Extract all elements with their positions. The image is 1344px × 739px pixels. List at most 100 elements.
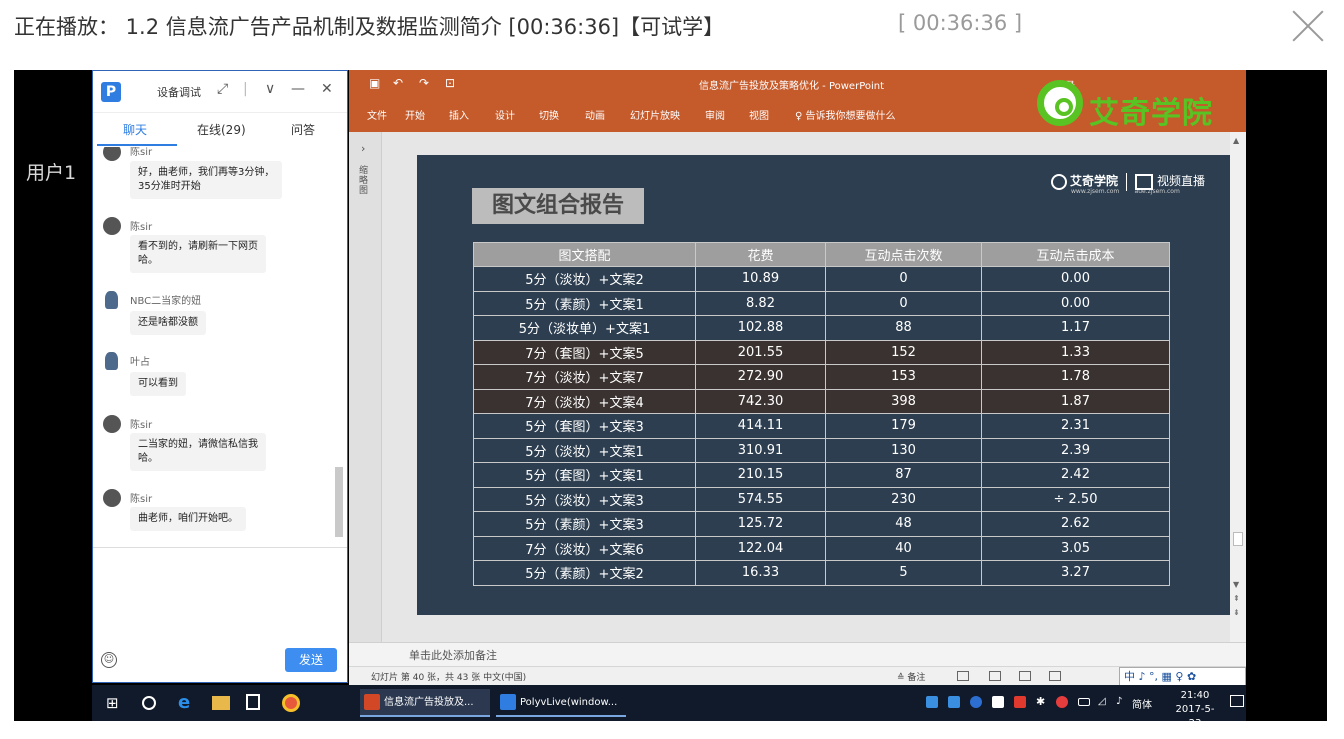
tab-home[interactable]: 开始 bbox=[405, 107, 425, 122]
undo-icon[interactable]: ↶ bbox=[393, 76, 403, 90]
scroll-up-icon[interactable]: ▲ bbox=[1233, 136, 1239, 145]
separator: | bbox=[243, 81, 248, 97]
table-cell: 48 bbox=[825, 511, 982, 537]
ime-toolbar[interactable]: 中 ♪ °, ▦ ♀ ✿ bbox=[1119, 667, 1246, 686]
table-cell: 130 bbox=[825, 437, 982, 463]
notes-toggle[interactable]: ≙ 备注 bbox=[897, 670, 925, 683]
scrollbar-thumb[interactable] bbox=[1233, 532, 1243, 546]
table-row: 7分（淡妆）+文案6 122.04 40 3.05 bbox=[473, 535, 1170, 561]
video-letterbox bbox=[1246, 70, 1327, 721]
send-button[interactable]: 发送 bbox=[285, 648, 337, 672]
tab-slideshow[interactable]: 幻灯片放映 bbox=[630, 107, 680, 122]
clock-date: 2017-5-23 bbox=[1175, 704, 1215, 721]
chat-tabs: 聊天 在线(29) 问答 bbox=[93, 115, 347, 147]
tray-app-icon[interactable] bbox=[970, 696, 982, 708]
chat-input-area[interactable]: ☺ 发送 bbox=[93, 547, 347, 682]
table-row: 5分（淡妆）+文案1 310.91 130 2.39 bbox=[473, 437, 1170, 463]
table-cell: 125.72 bbox=[695, 511, 826, 537]
battery-icon[interactable] bbox=[1078, 698, 1090, 706]
tab-online[interactable]: 在线(29) bbox=[197, 121, 246, 138]
message-author: 陈sir bbox=[130, 494, 153, 505]
thumbnail-pane[interactable]: › 缩略图 bbox=[349, 132, 382, 642]
close-icon[interactable]: ✕ bbox=[321, 81, 333, 97]
tab-design[interactable]: 设计 bbox=[495, 107, 515, 122]
input-language[interactable]: 简体 bbox=[1132, 696, 1152, 711]
edge-icon[interactable]: e bbox=[178, 694, 196, 712]
tab-animations[interactable]: 动画 bbox=[585, 107, 605, 122]
tray-app-icon[interactable] bbox=[926, 696, 938, 708]
time-readout: [ 00:36:36 ] bbox=[898, 11, 1023, 35]
table-row: 5分（素颜）+文案3 125.72 48 2.62 bbox=[473, 511, 1170, 537]
store-icon[interactable] bbox=[246, 694, 260, 710]
table-cell: 2.31 bbox=[981, 413, 1170, 439]
scrollbar-thumb[interactable] bbox=[335, 467, 343, 537]
slide-sorter-icon[interactable] bbox=[989, 671, 1001, 681]
present-icon[interactable]: ⊡ bbox=[445, 76, 455, 90]
cortana-icon[interactable] bbox=[142, 696, 156, 710]
table-cell: 310.91 bbox=[695, 437, 826, 463]
system-tray: ✱ ◿ ♪ bbox=[652, 685, 1246, 721]
windows-start-icon[interactable]: ⊞ bbox=[106, 694, 124, 712]
table-cell: 3.05 bbox=[981, 535, 1170, 561]
tab-review[interactable]: 审阅 bbox=[705, 107, 725, 122]
chevron-right-icon[interactable]: › bbox=[361, 142, 365, 155]
table-cell: 1.17 bbox=[981, 315, 1170, 341]
tab-chat[interactable]: 聊天 bbox=[123, 121, 147, 138]
chat-scrollbar[interactable] bbox=[333, 147, 345, 547]
slide-canvas[interactable]: 图文组合报告 艾奇学院 视频直播 www.zjsem.com aue.zjsem.… bbox=[382, 132, 1230, 642]
file-explorer-icon[interactable] bbox=[212, 696, 230, 710]
next-slide-icon[interactable]: ⇟ bbox=[1233, 608, 1240, 617]
volume-icon[interactable]: ♪ bbox=[1116, 696, 1128, 708]
reading-view-icon[interactable] bbox=[1019, 671, 1031, 681]
table-cell: 2.42 bbox=[981, 462, 1170, 488]
save-icon[interactable]: ▣ bbox=[369, 76, 380, 90]
slide-scrollbar[interactable]: ▲ ▼ ⇞ ⇟ bbox=[1230, 132, 1246, 642]
avatar bbox=[105, 352, 118, 370]
minimize-icon[interactable]: — bbox=[291, 81, 305, 97]
table-cell: 0.00 bbox=[981, 266, 1170, 292]
ppt-window-title: 信息流广告投放及策略优化 - PowerPoint bbox=[699, 81, 885, 92]
tell-me-search[interactable]: ♀ 告诉我你想要做什么 bbox=[795, 107, 896, 122]
message-bubble: 曲老师，咱们开始吧。 bbox=[130, 507, 246, 531]
taskbar-app-polyv[interactable]: PolyvLive(window... bbox=[496, 689, 626, 717]
slideshow-view-icon[interactable] bbox=[1049, 671, 1061, 681]
network-icon[interactable]: ◿ bbox=[1098, 696, 1110, 708]
message-bubble: 可以看到 bbox=[130, 372, 186, 396]
emoji-icon[interactable]: ☺ bbox=[101, 652, 117, 668]
avatar bbox=[103, 489, 121, 507]
expand-icon[interactable]: ⤢ bbox=[217, 81, 228, 97]
table-row: 7分（淡妆）+文案7 272.90 153 1.78 bbox=[473, 364, 1170, 390]
tab-qa[interactable]: 问答 bbox=[291, 121, 315, 138]
normal-view-icon[interactable] bbox=[957, 671, 969, 681]
tray-app-icon[interactable] bbox=[1014, 696, 1026, 708]
shield-icon[interactable] bbox=[992, 696, 1004, 708]
tab-insert[interactable]: 插入 bbox=[449, 107, 469, 122]
table-cell: 5分（素颜）+文案2 bbox=[473, 560, 696, 586]
chrome-icon[interactable] bbox=[282, 694, 300, 712]
tab-transitions[interactable]: 切换 bbox=[539, 107, 559, 122]
scroll-down-icon[interactable]: ▼ bbox=[1233, 580, 1239, 589]
taskbar-clock[interactable]: 21:40 2017-5-23 bbox=[1170, 689, 1220, 721]
column-header: 花费 bbox=[695, 242, 826, 267]
table-cell: 414.11 bbox=[695, 413, 826, 439]
brand-logo-icon bbox=[1051, 173, 1067, 190]
tab-view[interactable]: 视图 bbox=[749, 107, 769, 122]
table-cell: 153 bbox=[825, 364, 982, 390]
play-icon bbox=[1135, 173, 1154, 190]
chat-message-list[interactable]: 陈sir 好，曲老师，我们再等3分钟， 35分准时开始 陈sir 看不到的，请刷… bbox=[93, 147, 333, 547]
redo-icon[interactable]: ↷ bbox=[419, 76, 429, 90]
polyv-icon bbox=[500, 694, 516, 710]
slide[interactable]: 图文组合报告 艾奇学院 视频直播 www.zjsem.com aue.zjsem.… bbox=[417, 155, 1230, 615]
tab-file[interactable]: 文件 bbox=[367, 107, 387, 122]
notes-pane[interactable]: 单击此处添加备注 bbox=[349, 642, 1246, 666]
bluetooth-icon[interactable]: ✱ bbox=[1036, 696, 1048, 708]
chevron-down-icon[interactable]: ∨ bbox=[265, 81, 275, 97]
notification-icon[interactable] bbox=[1230, 695, 1244, 707]
tray-app-icon[interactable] bbox=[1056, 696, 1068, 708]
message-author: 陈sir bbox=[130, 147, 153, 158]
taskbar-app-powerpoint[interactable]: 信息流广告投放及... bbox=[360, 689, 490, 717]
close-icon[interactable] bbox=[1290, 8, 1326, 44]
tray-app-icon[interactable] bbox=[948, 696, 960, 708]
video-frame[interactable]: 用户1 P 设备调试 ⤢ | ∨ — ✕ 聊天 在线(29) 问答 陈sir 好… bbox=[14, 70, 1327, 721]
prev-slide-icon[interactable]: ⇞ bbox=[1233, 594, 1240, 603]
